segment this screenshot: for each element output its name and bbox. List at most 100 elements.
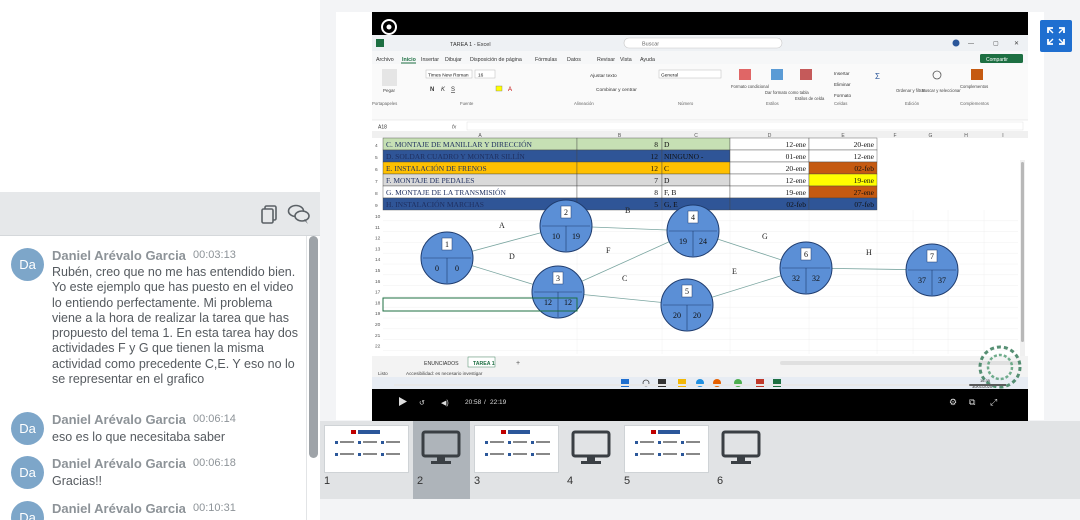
cell-reference[interactable]: A18 [378,125,387,131]
message-time: 00:03:13 [193,249,236,261]
activity-label: C [622,274,627,283]
avatar: Da [11,501,44,520]
node-late-time: 12 [564,298,572,307]
menu-item-8[interactable]: Vista [620,57,632,63]
addins-icon[interactable] [971,69,983,80]
menu-item-7[interactable]: Revisar [597,57,615,63]
start-date: 02-feb [786,200,806,209]
fullscreen-icon[interactable]: ⤢ [989,397,997,407]
cell-styles-icon[interactable] [800,69,812,80]
font-color-icon[interactable]: A [508,87,512,93]
paste-icon[interactable] [382,69,397,86]
video-player[interactable]: TAREA 1 - Excel Buscar — ▢ ✕ Archivo Inic… [372,12,1028,421]
menu-item-1[interactable]: Inicio [402,57,417,63]
row-number: 21 [375,333,381,339]
column-header: I [1002,133,1003,139]
underline-button[interactable]: S [451,87,455,93]
thumbnail-5[interactable]: 5 [620,421,713,499]
thumbnail-1[interactable]: 1 [320,421,413,499]
wrap-text-button[interactable]: Ajustar texto [590,73,617,79]
volume-icon[interactable]: ◀) [441,400,449,407]
menu-item-4[interactable]: Disposición de página [470,57,522,63]
merge-button[interactable]: Combinar y centrar [596,87,637,93]
table-format-label: Dar formato como tabla [765,90,809,95]
close-icon[interactable]: ✕ [1014,41,1019,47]
row-number: 9 [375,203,378,209]
thumbnail-4[interactable]: 4 [563,421,620,499]
picture-in-picture-icon[interactable]: ⧉ [969,397,976,407]
ribbon-group-label: Complementos [960,101,989,106]
status-ready: Listo [378,371,388,376]
row-number: 15 [375,268,381,274]
duration-value: 7 [654,176,658,185]
activity-name: D. SOLDAR CUADRO Y MONTAR SILLÍN [386,151,525,161]
chat-bubbles-icon[interactable] [287,203,310,225]
menu-item-3[interactable]: Dibujar [445,57,462,63]
formula-input[interactable] [466,121,1024,131]
maximize-icon[interactable]: ▢ [993,41,999,47]
message-text: eso es lo que necesitaba saber [52,430,226,444]
start-date: 20-ene [786,164,807,173]
fill-color-icon[interactable] [495,85,503,92]
message-time: 00:06:14 [193,413,236,425]
activity-label: H [866,248,872,257]
predecessor-value: G, E [664,200,678,209]
menu-item-9[interactable]: Ayuda [640,57,655,63]
cell-c[interactable] [661,173,731,187]
sheet-tab-enunciados[interactable]: ENUNCIADOS [424,361,459,367]
find-select-button[interactable]: Buscar y seleccionar [922,88,961,93]
format-cells-button[interactable]: Formato [834,93,852,98]
cell-b[interactable] [576,185,663,199]
excel-search-text: Buscar [642,42,659,48]
cell-c[interactable] [661,137,731,151]
start-date: 12-ene [786,140,807,149]
node-late-time: 32 [812,274,820,283]
row-number: 18 [375,300,381,306]
cell-b[interactable] [576,173,663,187]
ribbon-group-label: Portapapeles [372,101,397,106]
copy-icon[interactable] [258,203,280,225]
expand-button[interactable] [1040,20,1072,52]
time-separator: / [484,399,486,406]
cell-b[interactable] [576,197,663,211]
cell-c[interactable] [661,161,731,175]
predecessor-value: F, B [664,188,676,197]
thumbnail-2[interactable]: 2 [413,421,470,499]
cell-b[interactable] [576,137,663,151]
chat-scrollbar-thumb[interactable] [309,236,318,458]
row-number: 10 [375,214,381,220]
predecessor-value: D [664,140,670,149]
menu-item-2[interactable]: Insertar [421,57,439,63]
message-text: Rubén, creo que no me has entendido bien… [52,265,298,387]
delete-cells-button[interactable]: Eliminar [834,82,851,87]
addins-label: Complementos [960,84,988,89]
node-id: 6 [804,250,808,259]
duration-value: 8 [654,140,658,149]
message-time: 00:10:31 [193,502,236,514]
settings-gear-icon[interactable]: ⚙ [949,397,957,407]
font-size-value: 16 [478,73,484,79]
slide-thumbnails: 1 2 3 4 5 6 [320,421,1080,499]
autosum-icon[interactable]: Σ [875,72,880,81]
horizontal-scrollbar[interactable] [780,361,1020,365]
cell-b[interactable] [576,149,663,163]
rewind-icon[interactable]: ↺ [419,400,425,407]
chat-message: Da Daniel Arévalo Garcia 00:03:13 Rubén,… [0,248,306,408]
bottom-strip [320,499,1080,520]
cell-b[interactable] [576,161,663,175]
conditional-format-icon[interactable] [739,69,751,80]
add-sheet-icon[interactable]: + [516,360,520,367]
minimize-icon[interactable]: — [968,41,974,47]
menu-item-6[interactable]: Datos [567,57,581,63]
current-time: 20:58 [465,399,482,406]
table-format-icon[interactable] [771,69,783,80]
thumbnail-6[interactable]: 6 [713,421,770,499]
bold-button[interactable]: N [430,87,434,93]
chat-panel: Da Daniel Arévalo Garcia 00:03:13 Rubén,… [0,0,320,520]
menu-item-0[interactable]: Archivo [376,57,394,63]
menu-item-5[interactable]: Fórmulas [535,57,557,63]
thumbnail-3[interactable]: 3 [470,421,563,499]
node-id: 4 [691,213,695,222]
insert-cells-button[interactable]: Insertar [834,71,850,76]
sheet-scrollbar-thumb[interactable] [1021,162,1024,342]
